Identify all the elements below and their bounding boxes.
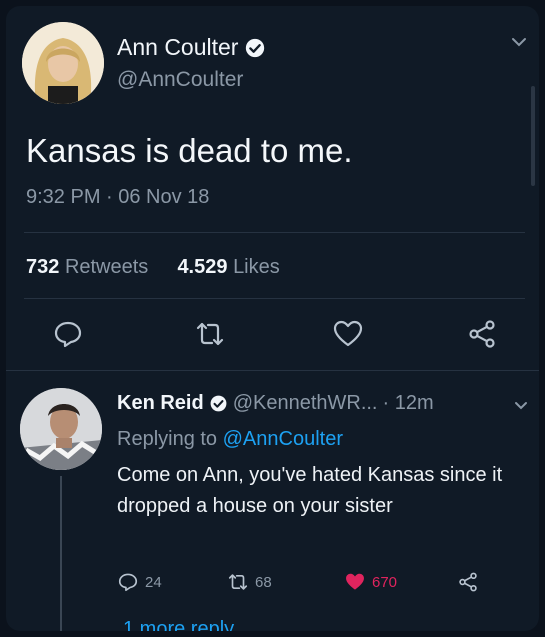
reply-text: Come on Ann, you've hated Kansas since i… [117, 464, 503, 517]
retweets-stat[interactable]: 732 Retweets [26, 256, 154, 278]
reply-button[interactable] [52, 318, 84, 350]
divider [24, 232, 525, 233]
retweet-button[interactable] [194, 318, 226, 350]
tweet-actions [6, 318, 539, 358]
tweet-text: Kansas is dead to me. [26, 132, 353, 169]
reply-icon [54, 321, 82, 348]
reply-actions: 24 68 670 [117, 571, 517, 601]
avatar-ann-coulter[interactable] [22, 22, 104, 104]
share-icon [469, 320, 495, 348]
thread-line [60, 476, 62, 631]
share-icon [459, 572, 477, 592]
retweets-count: 732 [26, 256, 60, 278]
author-name-row: Ann Coulter [117, 34, 266, 61]
tweet-timestamp[interactable]: 9:32 PM · 06 Nov 18 [26, 186, 209, 209]
more-reply-link[interactable]: 1 more reply [123, 618, 234, 631]
reply-like-count: 670 [372, 573, 398, 591]
reply-share-button[interactable] [457, 571, 479, 593]
divider [6, 370, 539, 371]
retweet-icon [196, 322, 224, 346]
author-name[interactable]: Ann Coulter [117, 34, 238, 61]
reply-icon [118, 573, 138, 592]
scrollbar[interactable] [531, 86, 535, 186]
tweet-stats: 732 Retweets 4.529 Likes [26, 256, 280, 279]
reply-reply-count: 24 [145, 573, 162, 591]
retweet-icon [228, 574, 248, 590]
divider [24, 298, 525, 299]
reply-time[interactable]: · 12m [383, 392, 434, 415]
chevron-down-icon[interactable] [511, 36, 527, 48]
reply-like-button[interactable]: 670 [344, 571, 397, 593]
likes-label: Likes [233, 256, 280, 278]
replying-to-handle[interactable]: @AnnCoulter [223, 428, 343, 450]
heart-icon [346, 573, 364, 590]
replying-to-prefix: Replying to [117, 428, 218, 450]
verified-badge-icon [246, 38, 265, 57]
author-handle[interactable]: @AnnCoulter [117, 68, 243, 92]
reply-retweet-count: 68 [255, 573, 272, 591]
reply-author-handle[interactable]: @KennethWR... [233, 392, 378, 415]
avatar-ken-reid[interactable] [20, 388, 102, 470]
share-button[interactable] [466, 318, 498, 350]
likes-stat[interactable]: 4.529 Likes [177, 256, 279, 278]
chevron-down-icon[interactable] [514, 401, 528, 411]
retweets-label: Retweets [64, 256, 149, 278]
verified-badge-icon [210, 395, 227, 412]
replying-to-line: Replying to @AnnCoulter [117, 428, 343, 451]
reply-header: Ken Reid @KennethWR... · 12m [117, 392, 434, 415]
tweet-card: Ann Coulter @AnnCoulter Kansas is dead t… [6, 6, 539, 631]
likes-count: 4.529 [177, 256, 228, 278]
reply-author-name[interactable]: Ken Reid [117, 392, 204, 415]
reply-retweet-button[interactable]: 68 [227, 571, 272, 593]
like-button[interactable] [332, 318, 364, 350]
reply-reply-button[interactable]: 24 [117, 571, 162, 593]
heart-icon [333, 320, 363, 347]
